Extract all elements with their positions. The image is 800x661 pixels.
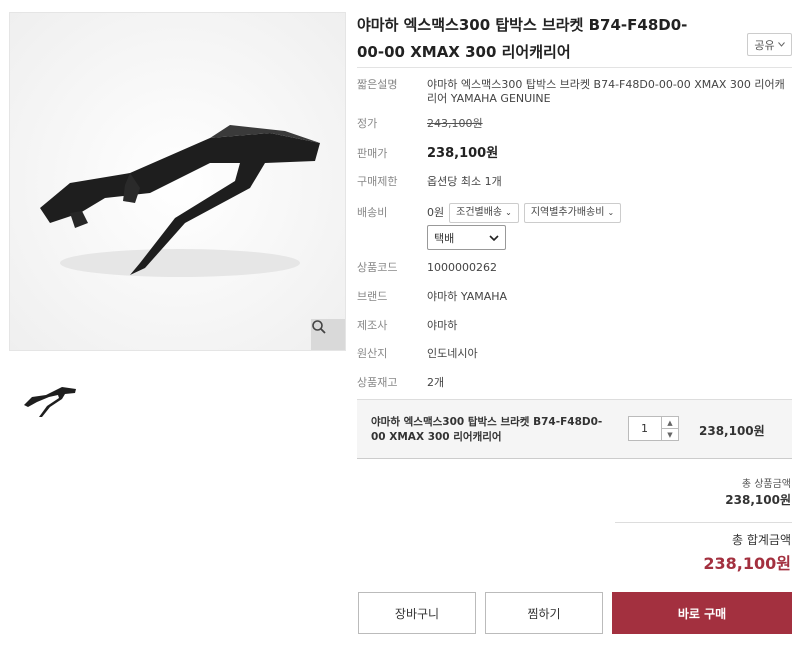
sale-price-value: 238,100원: [427, 146, 499, 161]
chevron-down-icon: [489, 234, 499, 241]
quantity-down-icon[interactable]: ▼: [662, 428, 678, 440]
row-short-desc: 짧은설명 야마하 엑스맥스300 탑박스 브라켓 B74-F48D0-00-00…: [357, 78, 792, 106]
wishlist-button[interactable]: 찜하기: [485, 592, 603, 634]
divider: [615, 522, 792, 523]
thumbnail-image[interactable]: [19, 366, 81, 428]
product-title: 야마하 엑스맥스300 탑박스 브라켓 B74-F48D0-00-00 XMAX…: [357, 16, 688, 61]
origin-label: 원산지: [357, 347, 388, 360]
list-price-label: 정가: [357, 117, 378, 130]
purchase-limit-value: 옵션당 최소 1개: [427, 175, 502, 188]
quantity-up-icon[interactable]: ▲: [662, 417, 678, 428]
shipping-region-label: 지역별추가배송비: [530, 207, 605, 218]
row-sale-price: 판매가 238,100원: [357, 146, 792, 162]
row-list-price: 정가 243,100원: [357, 117, 792, 131]
product-code-value: 1000000262: [427, 261, 497, 274]
add-to-cart-button[interactable]: 장바구니: [358, 592, 476, 634]
short-desc-label: 짧은설명: [357, 78, 398, 91]
subtotal-value: 238,100원: [725, 493, 791, 507]
row-maker: 제조사 야마하: [357, 319, 792, 333]
total-value: 238,100원: [703, 554, 791, 573]
row-brand: 브랜드 야마하 YAMAHA: [357, 290, 792, 304]
divider: [357, 67, 792, 68]
product-code-label: 상품코드: [357, 261, 398, 274]
maker-value: 야마하: [427, 319, 458, 332]
brand-label: 브랜드: [357, 290, 388, 303]
list-price-value: 243,100원: [427, 117, 483, 130]
option-price: 238,100원: [699, 424, 765, 438]
row-product-code: 상품코드 1000000262: [357, 261, 792, 275]
shipping-condition-button[interactable]: 조건별배송 ⌄: [449, 203, 519, 223]
share-label: 공유: [754, 38, 775, 52]
short-desc-value: 야마하 엑스맥스300 탑박스 브라켓 B74-F48D0-00-00 XMAX…: [427, 78, 785, 105]
shipping-condition-label: 조건별배송: [456, 207, 503, 218]
shipping-label: 배송비: [357, 206, 388, 219]
origin-value: 인도네시아: [427, 347, 478, 360]
product-main-image[interactable]: [9, 12, 346, 351]
buy-now-button[interactable]: 바로 구매: [612, 592, 792, 634]
sale-price-label: 판매가: [357, 147, 388, 160]
stock-value: 2개: [427, 376, 445, 389]
selected-option: 야마하 엑스맥스300 탑박스 브라켓 B74-F48D0-00 XMAX 30…: [357, 399, 792, 459]
purchase-limit-label: 구매제한: [357, 175, 398, 188]
row-shipping: 배송비 0원 조건별배송 ⌄ 지역별추가배송비 ⌄: [357, 203, 792, 223]
share-button[interactable]: 공유: [747, 33, 792, 56]
magnifier-icon: [312, 320, 326, 334]
subtotal-label: 총 상품금액: [741, 479, 791, 490]
quantity-input[interactable]: 1: [629, 417, 661, 440]
option-name: 야마하 엑스맥스300 탑박스 브라켓 B74-F48D0-00 XMAX 30…: [371, 416, 603, 443]
brand-value: 야마하 YAMAHA: [427, 290, 508, 303]
total-label: 총 합계금액: [731, 533, 791, 547]
chevron-down-icon: ⌄: [607, 208, 615, 217]
chevron-down-icon: [777, 42, 785, 47]
rear-carrier-thumbnail-illustration: [20, 367, 80, 427]
shipping-method-select[interactable]: 택배: [427, 225, 506, 250]
shipping-method-value: 택배: [434, 231, 455, 245]
shipping-fee: 0원: [427, 206, 445, 219]
rear-carrier-illustration: [10, 13, 345, 350]
zoom-button[interactable]: [311, 319, 345, 350]
maker-label: 제조사: [357, 319, 388, 332]
quantity-stepper[interactable]: 1 ▲ ▼: [628, 416, 679, 441]
row-purchase-limit: 구매제한 옵션당 최소 1개: [357, 175, 792, 189]
row-origin: 원산지 인도네시아: [357, 347, 792, 361]
row-stock: 상품재고 2개: [357, 376, 792, 390]
stock-label: 상품재고: [357, 376, 398, 389]
chevron-down-icon: ⌄: [505, 208, 512, 217]
shipping-region-button[interactable]: 지역별추가배송비 ⌄: [523, 203, 622, 223]
